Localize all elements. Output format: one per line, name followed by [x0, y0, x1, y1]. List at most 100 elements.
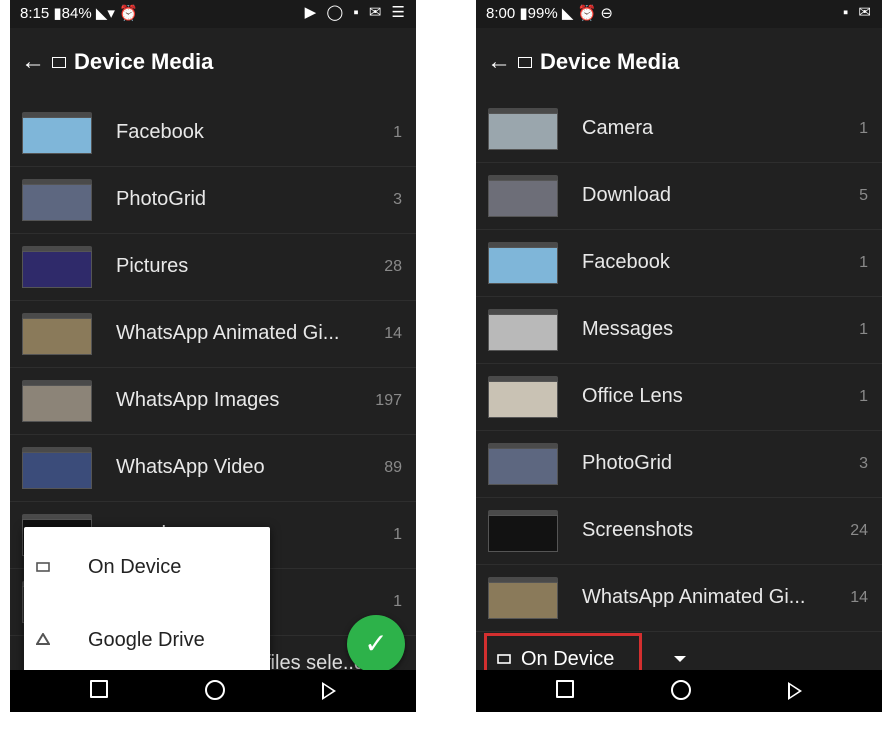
signal-icon: ◣ [561, 5, 574, 22]
status-bar: 8:15 ▮84% ◣▾ ⏰ ▶ ◯ ▪ ✉ ☰ [10, 0, 416, 28]
album-thumbnail [488, 309, 558, 351]
battery-icon: ▮ [519, 5, 528, 22]
album-count: 1 [393, 124, 402, 141]
thumbnail-image [488, 448, 558, 485]
album-count: 3 [393, 191, 402, 208]
notification-icons: ▪ ✉ [842, 4, 874, 21]
recents-button[interactable] [556, 680, 574, 698]
album-name: Download [582, 184, 671, 206]
album-thumbnail [22, 380, 92, 422]
album-row[interactable]: Camera 1 [476, 96, 882, 163]
battery-percent: 99% [527, 5, 558, 22]
album-row[interactable]: WhatsApp Animated Gi... 14 [476, 565, 882, 632]
album-name: Office Lens [582, 385, 683, 407]
status-bar: 8:00 ▮99% ◣ ⏰ ⊖ ▪ ✉ [476, 0, 882, 28]
album-count: 24 [850, 522, 868, 539]
album-count: 197 [375, 392, 402, 409]
album-name: Pictures [116, 255, 189, 277]
confirm-fab-button[interactable]: ✓ [347, 615, 405, 673]
album-count: 28 [384, 258, 402, 275]
album-name: Camera [582, 117, 654, 139]
album-count: 3 [859, 455, 868, 472]
notification-icons: ▶ ◯ ▪ ✉ ☰ [304, 4, 408, 21]
album-name: WhatsApp Images [116, 389, 280, 411]
app-bar: ← Device Media [10, 28, 416, 96]
album-count: 1 [859, 321, 868, 338]
status-time: 8:00 [486, 5, 516, 22]
album-row[interactable]: PhotoGrid 3 [476, 431, 882, 498]
album-count: 89 [384, 459, 402, 476]
device-icon [518, 56, 532, 68]
thumbnail-image [488, 314, 558, 351]
album-name: Screenshots [582, 519, 694, 541]
back-arrow-icon[interactable]: ← [20, 48, 46, 76]
on-device-label: On Device [88, 555, 182, 578]
dropdown-arrow-icon[interactable] [674, 656, 686, 662]
back-button[interactable] [322, 682, 338, 700]
alarm-icon: ⏰ [119, 5, 138, 22]
album-row[interactable]: Screenshots 24 [476, 498, 882, 565]
album-row[interactable]: PhotoGrid 3 [10, 167, 416, 234]
album-thumbnail [488, 577, 558, 619]
album-count: 1 [393, 593, 402, 610]
thumbnail-image [22, 117, 92, 154]
popup-item-google-drive[interactable]: Google Drive [24, 615, 270, 665]
google-drive-label: Google Drive [88, 628, 205, 651]
album-row[interactable]: WhatsApp Images 197 [10, 368, 416, 435]
album-count: 1 [859, 388, 868, 405]
source-popup-menu: On Device Google Drive [24, 527, 270, 677]
album-thumbnail [488, 175, 558, 217]
album-row[interactable]: Download 5 [476, 163, 882, 230]
album-row[interactable]: Pictures 28 [10, 234, 416, 301]
album-row[interactable]: WhatsApp Video 89 [10, 435, 416, 502]
back-arrow-icon[interactable]: ← [486, 48, 512, 76]
album-list: Camera 1 Download 5 Facebook 1 Messages 1 Office… [476, 96, 882, 632]
album-count: 14 [384, 325, 402, 342]
album-thumbnail [488, 242, 558, 284]
left-phone-screen: 8:15 ▮84% ◣▾ ⏰ ▶ ◯ ▪ ✉ ☰ ← Device Media … [10, 0, 416, 712]
thumbnail-image [488, 113, 558, 150]
album-count: 1 [393, 526, 402, 543]
album-thumbnail [22, 447, 92, 489]
alarm-icon: ⏰ [577, 5, 597, 22]
album-row[interactable]: Messages 1 [476, 297, 882, 364]
album-thumbnail [488, 376, 558, 418]
device-icon [36, 562, 50, 572]
home-button[interactable] [671, 680, 691, 700]
album-count: 1 [859, 120, 868, 137]
thumbnail-image [488, 582, 558, 619]
back-triangle-icon [788, 682, 802, 700]
app-bar: ← Device Media [476, 28, 882, 96]
album-name: PhotoGrid [116, 188, 207, 210]
album-row[interactable]: Office Lens 1 [476, 364, 882, 431]
popup-item-on-device[interactable]: On Device [24, 542, 270, 592]
album-row[interactable]: Facebook 1 [10, 100, 416, 167]
album-name: WhatsApp Video [116, 456, 265, 478]
album-count: 1 [859, 254, 868, 271]
home-button[interactable] [205, 680, 225, 700]
album-name: Facebook [116, 121, 204, 143]
album-name: WhatsApp Animated Gi... [116, 322, 340, 344]
album-count: 14 [850, 589, 868, 606]
google-drive-icon [36, 633, 50, 645]
album-row[interactable]: Facebook 1 [476, 230, 882, 297]
album-row[interactable]: WhatsApp Animated Gi... 14 [10, 301, 416, 368]
thumbnail-image [22, 452, 92, 489]
thumbnail-image [22, 184, 92, 221]
recents-button[interactable] [90, 680, 108, 698]
back-button[interactable] [788, 682, 804, 700]
thumbnail-image [22, 318, 92, 355]
thumbnail-image [488, 247, 558, 284]
album-thumbnail [488, 443, 558, 485]
album-thumbnail [22, 313, 92, 355]
thumbnail-image [488, 381, 558, 418]
album-name: WhatsApp Animated Gi... [582, 586, 806, 608]
android-nav-bar [10, 670, 416, 712]
album-name: PhotoGrid [582, 452, 673, 474]
album-count: 5 [859, 187, 868, 204]
album-name: Messages [582, 318, 674, 340]
album-thumbnail [22, 246, 92, 288]
thumbnail-image [488, 180, 558, 217]
device-icon [497, 654, 511, 664]
android-nav-bar [476, 670, 882, 712]
